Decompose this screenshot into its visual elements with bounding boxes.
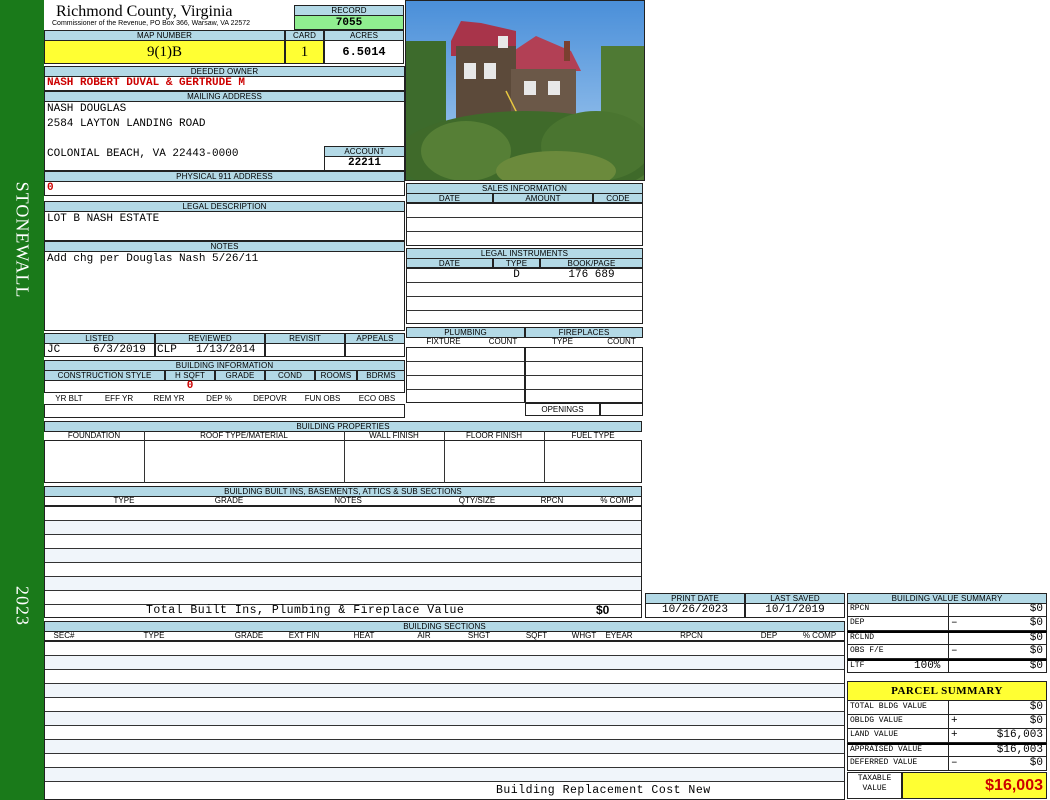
- notes-text: Add chg per Douglas Nash 5/26/11: [44, 251, 405, 331]
- properties-table: [44, 440, 642, 483]
- taxable-label-1: TAXABLE: [857, 774, 892, 783]
- sections-table: [44, 641, 845, 800]
- acres-value: 6.5014: [324, 40, 404, 64]
- listed-date: 6/3/2019: [93, 344, 146, 356]
- district-name: STONEWALL: [12, 181, 33, 299]
- card-number: 1: [285, 40, 324, 64]
- print-date: 10/26/2023: [645, 603, 745, 618]
- replacement-cost-label: Building Replacement Cost New: [496, 784, 711, 797]
- reviewed-by: CLP: [157, 344, 177, 356]
- plumbing-table: [406, 347, 525, 403]
- taxable-value: $16,003: [902, 772, 1047, 799]
- mailing-line-3: COLONIAL BEACH, VA 22443-0000: [47, 148, 239, 160]
- tax-year: 2023: [12, 586, 33, 626]
- builtins-table: [44, 506, 642, 618]
- legal-description: LOT B NASH ESTATE: [44, 211, 405, 241]
- listed-by: JC: [47, 344, 61, 356]
- district-sidebar: STONEWALL 2023: [0, 0, 44, 800]
- commissioner-address: Commissioner of the Revenue, PO Box 366,…: [52, 20, 251, 27]
- mailing-line-2: 2584 LAYTON LANDING ROAD: [47, 118, 206, 130]
- hsqft-value: 0: [186, 380, 194, 392]
- house-photo-icon: [406, 1, 644, 180]
- physical-address: 0: [44, 181, 405, 196]
- openings-label: OPENINGS: [525, 403, 600, 416]
- last-saved: 10/1/2019: [745, 603, 845, 618]
- instrument-type: D: [513, 269, 520, 281]
- reviewed-date: 1/13/2014: [196, 344, 256, 356]
- parcel-summary-header: PARCEL SUMMARY: [847, 681, 1047, 701]
- fireplaces-table: [525, 347, 643, 403]
- builtins-total: $0: [596, 603, 610, 617]
- bvs-table: RPCN $0 DEP – $0 RCLND $0 OBS F/E – $0 L…: [847, 603, 1047, 673]
- builtins-total-label: Total Built Ins, Plumbing & Fireplace Va…: [146, 604, 465, 617]
- property-photo: [405, 0, 645, 181]
- instrument-bookpage: 176 689: [568, 269, 615, 281]
- map-number: 9(1)B: [44, 40, 285, 64]
- record-number: 7055: [294, 15, 404, 30]
- county-title: Richmond County, Virginia: [56, 3, 233, 20]
- mailing-line-1: NASH DOUGLAS: [47, 103, 127, 115]
- parcel-table: TOTAL BLDG VALUE $0 OBLDG VALUE + $0 LAN…: [847, 701, 1047, 771]
- account-number: 22211: [324, 156, 405, 171]
- owner-name: NASH ROBERT DUVAL & GERTRUDE M: [44, 76, 405, 91]
- sales-table: [406, 203, 643, 246]
- taxable-label-2: VALUE: [862, 784, 887, 793]
